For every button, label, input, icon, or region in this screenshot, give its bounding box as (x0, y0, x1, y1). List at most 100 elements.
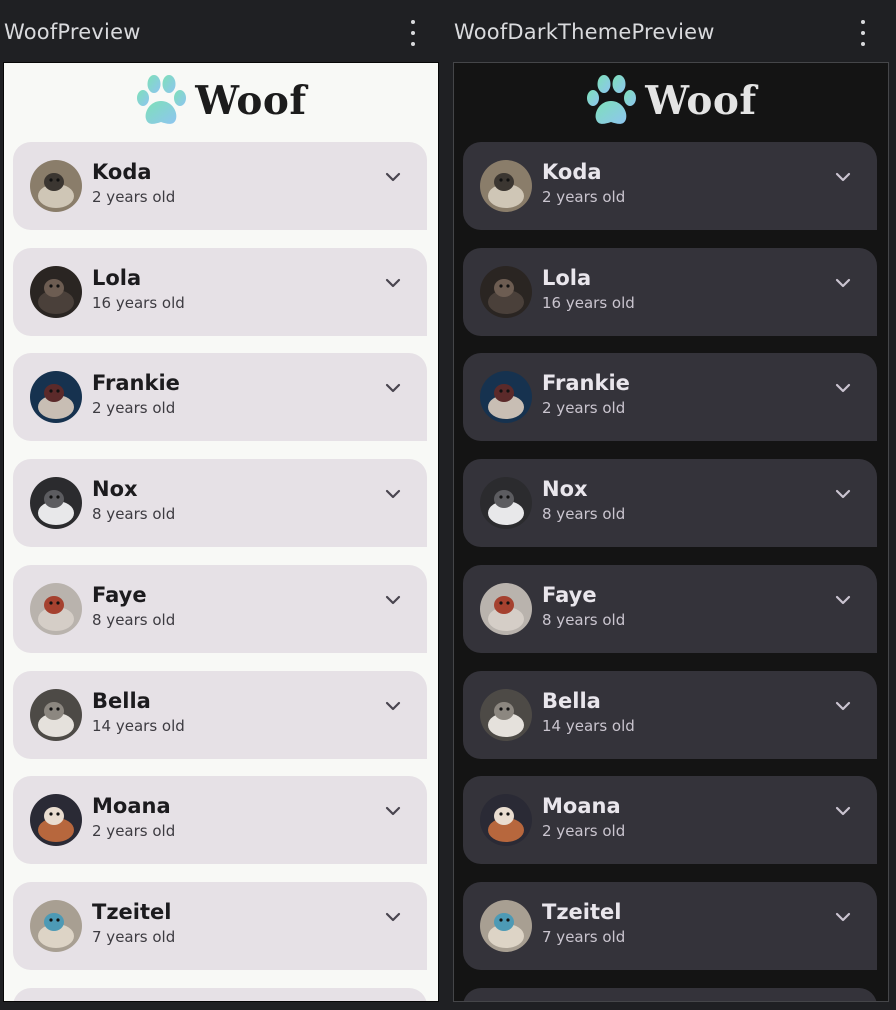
dog-avatar (480, 688, 532, 741)
more-vert-icon[interactable] (409, 20, 417, 46)
dog-age: 7 years old (92, 927, 176, 946)
dog-name: Nox (542, 477, 588, 502)
dog-card-partial[interactable] (463, 987, 877, 1001)
dog-card-koda[interactable]: Koda 2 years old (13, 142, 427, 230)
dog-name: Moana (542, 794, 621, 819)
chevron-down-icon[interactable] (833, 381, 853, 395)
dog-name: Bella (542, 688, 601, 713)
app-top-bar: Woof (454, 63, 888, 142)
chevron-down-icon[interactable] (383, 487, 403, 501)
paw-logo-icon (587, 75, 637, 124)
dog-card-faye[interactable]: Faye 8 years old (13, 564, 427, 653)
chevron-down-icon[interactable] (833, 487, 853, 501)
dog-avatar (480, 265, 532, 318)
dog-name: Tzeitel (92, 899, 172, 924)
dog-name: Frankie (92, 371, 180, 396)
dog-card-tzeitel[interactable]: Tzeitel 7 years old (463, 881, 877, 970)
dog-avatar (30, 371, 82, 424)
chevron-down-icon[interactable] (383, 804, 403, 818)
dog-card-lola[interactable]: Lola 16 years old (463, 247, 877, 336)
dog-card-nox[interactable]: Nox 8 years old (13, 459, 427, 548)
chevron-down-icon[interactable] (833, 910, 853, 924)
dog-avatar (480, 477, 532, 530)
chevron-down-icon[interactable] (833, 593, 853, 607)
chevron-down-icon[interactable] (833, 699, 853, 713)
app-logo: Woof (454, 71, 888, 131)
preview-pane-dark: WoofDarkThemePreview Woof Koda 2 years old… (453, 0, 889, 1010)
dog-name: Koda (92, 160, 152, 184)
dog-age: 2 years old (92, 822, 176, 841)
chevron-down-icon[interactable] (833, 804, 853, 818)
chevron-down-icon[interactable] (383, 276, 403, 290)
dog-avatar (30, 477, 82, 530)
dog-avatar (480, 899, 532, 952)
dog-age: 14 years old (92, 716, 185, 735)
dog-age: 2 years old (92, 399, 176, 418)
dog-avatar (30, 265, 82, 318)
preview-title: WoofDarkThemePreview (454, 20, 715, 44)
dog-age: 2 years old (542, 399, 626, 418)
dog-card-moana[interactable]: Moana 2 years old (463, 776, 877, 865)
dog-card-faye[interactable]: Faye 8 years old (463, 564, 877, 653)
dog-name: Koda (542, 160, 602, 184)
dog-age: 14 years old (542, 716, 635, 735)
app-top-bar: Woof (4, 63, 438, 142)
dog-age: 8 years old (92, 505, 176, 524)
dog-age: 2 years old (542, 822, 626, 841)
dog-name: Moana (92, 794, 171, 819)
dog-age: 16 years old (92, 293, 185, 312)
dog-avatar (480, 582, 532, 635)
dog-age: 2 years old (542, 188, 626, 206)
dog-card-koda[interactable]: Koda 2 years old (463, 142, 877, 230)
dog-card-bella[interactable]: Bella 14 years old (463, 670, 877, 759)
dog-name: Lola (92, 265, 142, 290)
dog-name: Frankie (542, 371, 630, 396)
more-vert-icon[interactable] (859, 20, 867, 46)
dog-card-bella[interactable]: Bella 14 years old (13, 670, 427, 759)
app-logo: Woof (4, 71, 438, 131)
dog-name: Faye (92, 582, 147, 607)
dog-card-partial[interactable] (13, 987, 427, 1001)
dog-avatar (30, 794, 82, 847)
chevron-down-icon[interactable] (383, 170, 403, 184)
preview-header: WoofDarkThemePreview (453, 0, 889, 62)
dog-card-moana[interactable]: Moana 2 years old (13, 776, 427, 865)
dog-card-frankie[interactable]: Frankie 2 years old (463, 353, 877, 442)
paw-logo-icon (137, 75, 187, 124)
chevron-down-icon[interactable] (383, 910, 403, 924)
dog-avatar (480, 371, 532, 424)
dog-card-frankie[interactable]: Frankie 2 years old (13, 353, 427, 442)
dog-age: 8 years old (542, 505, 626, 524)
dog-avatar (30, 688, 82, 741)
dog-card-lola[interactable]: Lola 16 years old (13, 247, 427, 336)
dog-avatar (480, 160, 532, 212)
dog-age: 2 years old (92, 188, 176, 206)
device-frame: Woof Koda 2 years old Lola 16 years old Frank… (3, 62, 439, 1002)
dog-name: Tzeitel (542, 899, 622, 924)
preview-title: WoofPreview (4, 20, 141, 44)
dog-avatar (30, 899, 82, 952)
dog-name: Lola (542, 265, 592, 290)
dog-name: Faye (542, 582, 597, 607)
chevron-down-icon[interactable] (383, 593, 403, 607)
app-name: Woof (195, 78, 307, 124)
dog-card-nox[interactable]: Nox 8 years old (463, 459, 877, 548)
dog-age: 8 years old (92, 610, 176, 629)
dog-name: Nox (92, 477, 138, 502)
dog-age: 8 years old (542, 610, 626, 629)
dog-avatar (480, 794, 532, 847)
chevron-down-icon[interactable] (833, 170, 853, 184)
dog-age: 7 years old (542, 927, 626, 946)
dog-avatar (30, 582, 82, 635)
chevron-down-icon[interactable] (383, 381, 403, 395)
app-name: Woof (645, 78, 757, 124)
dog-name: Bella (92, 688, 151, 713)
dog-card-tzeitel[interactable]: Tzeitel 7 years old (13, 881, 427, 970)
chevron-down-icon[interactable] (383, 699, 403, 713)
preview-pane-light: WoofPreview Woof Koda 2 years old Lola 16 ye… (3, 0, 439, 1010)
preview-header: WoofPreview (3, 0, 439, 62)
dog-age: 16 years old (542, 293, 635, 312)
chevron-down-icon[interactable] (833, 276, 853, 290)
device-frame: Woof Koda 2 years old Lola 16 years old Frank… (453, 62, 889, 1002)
dog-avatar (30, 160, 82, 212)
